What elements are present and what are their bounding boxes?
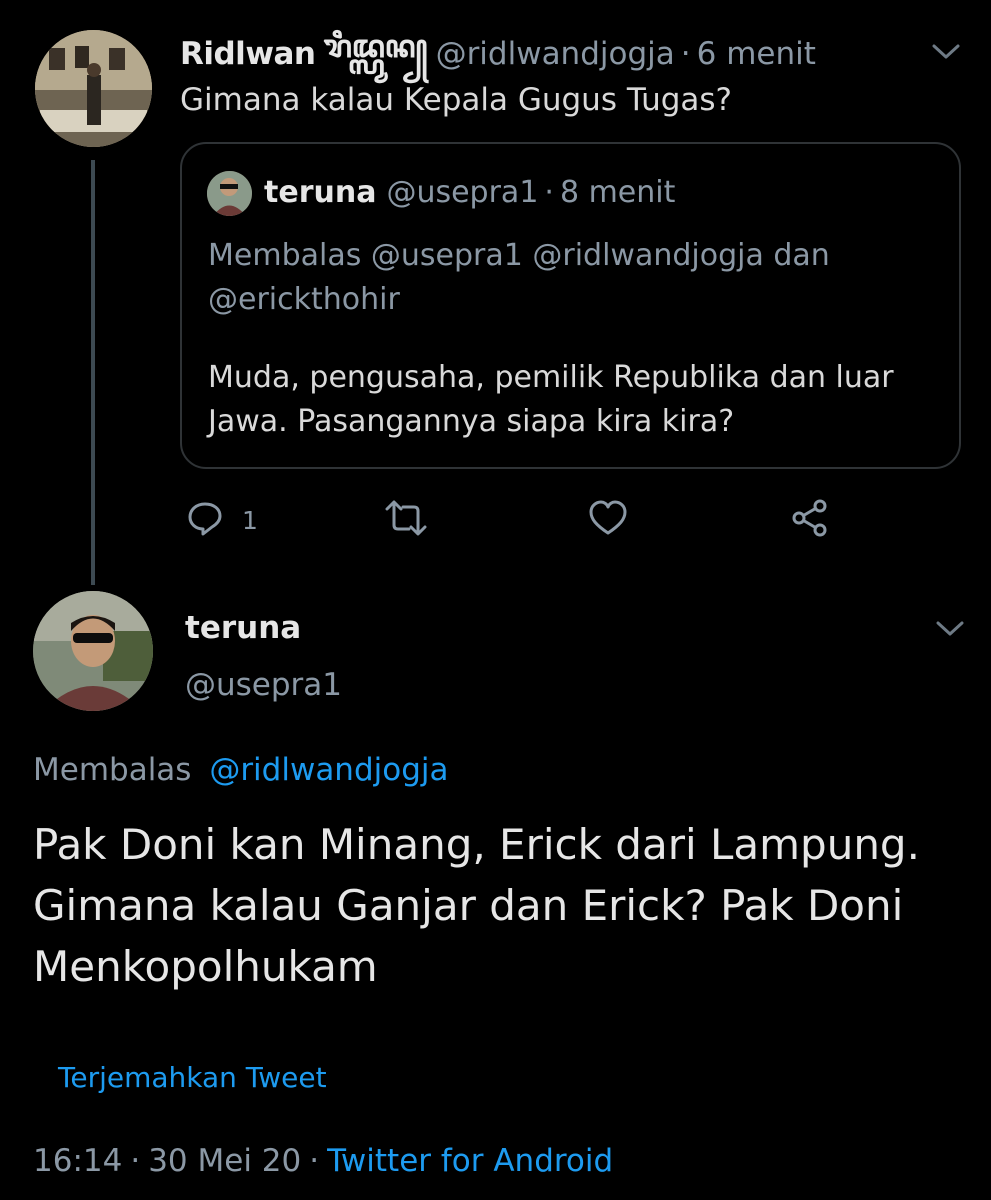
main-display-name[interactable]: teruna bbox=[185, 610, 301, 646]
share-icon bbox=[790, 498, 830, 542]
parent-name-script: ꦫꦶꦢ꧀ꦭ꧀ꦮꦤ꧀ bbox=[323, 28, 428, 65]
reply-count: 1 bbox=[242, 505, 258, 535]
reply-icon bbox=[186, 499, 224, 541]
tweet-date: 30 Mei 20 bbox=[148, 1143, 302, 1179]
chevron-down-icon[interactable] bbox=[928, 40, 964, 64]
reply-label: Membalas bbox=[33, 752, 192, 788]
retweet-icon bbox=[385, 499, 427, 541]
reply-button[interactable]: 1 bbox=[186, 498, 258, 542]
separator-dot: · bbox=[544, 174, 554, 210]
tweet-source-link[interactable]: Twitter for Android bbox=[327, 1143, 613, 1179]
main-reply-to: Membalas @ridlwandjogja bbox=[33, 752, 449, 788]
quoted-time: 8 menit bbox=[559, 174, 676, 210]
quoted-tweet-text: Muda, pengusaha, pemilik Republika dan l… bbox=[208, 360, 894, 439]
parent-display-name[interactable]: Ridlwan bbox=[180, 36, 316, 72]
separator-dot: · bbox=[309, 1143, 320, 1179]
parent-handle[interactable]: @ridlwandjogja bbox=[436, 36, 675, 72]
retweet-button[interactable] bbox=[385, 500, 427, 540]
translate-tweet-link[interactable]: Terjemahkan Tweet bbox=[58, 1061, 327, 1094]
reply-mention-link[interactable]: @ridlwandjogja bbox=[209, 752, 448, 788]
parent-tweet-header: Ridlwan ꦫꦶꦢ꧀ꦭ꧀ꦮꦤ꧀ @ridlwandjogja · 6 men… bbox=[180, 29, 816, 76]
quoted-reply-to: Membalas @usepra1 @ridlwandjogja dan @er… bbox=[208, 238, 830, 317]
avatar-ridlwan[interactable] bbox=[35, 30, 152, 147]
like-icon bbox=[588, 499, 628, 541]
separator-dot: · bbox=[680, 36, 691, 72]
main-tweet-text: Pak Doni kan Minang, Erick dari Lampung.… bbox=[33, 820, 920, 991]
tweet-time: 16:14 bbox=[33, 1143, 123, 1179]
tweet-meta: 16:14 · 30 Mei 20 · Twitter for Android bbox=[33, 1143, 613, 1179]
quoted-display-name: teruna bbox=[264, 174, 377, 210]
avatar-teruna[interactable] bbox=[33, 591, 153, 711]
quoted-avatar bbox=[207, 171, 252, 216]
chevron-down-icon[interactable] bbox=[932, 617, 968, 641]
like-button[interactable] bbox=[588, 500, 628, 540]
parent-tweet-text: Gimana kalau Kepala Gugus Tugas? bbox=[180, 82, 732, 118]
quoted-tweet-header: teruna @usepra1 · 8 menit bbox=[264, 170, 675, 214]
main-handle[interactable]: @usepra1 bbox=[185, 667, 342, 703]
parent-time[interactable]: 6 menit bbox=[697, 36, 816, 72]
quoted-handle: @usepra1 bbox=[386, 174, 539, 210]
share-button[interactable] bbox=[790, 498, 830, 542]
separator-dot: · bbox=[130, 1143, 141, 1179]
thread-line bbox=[91, 160, 95, 585]
